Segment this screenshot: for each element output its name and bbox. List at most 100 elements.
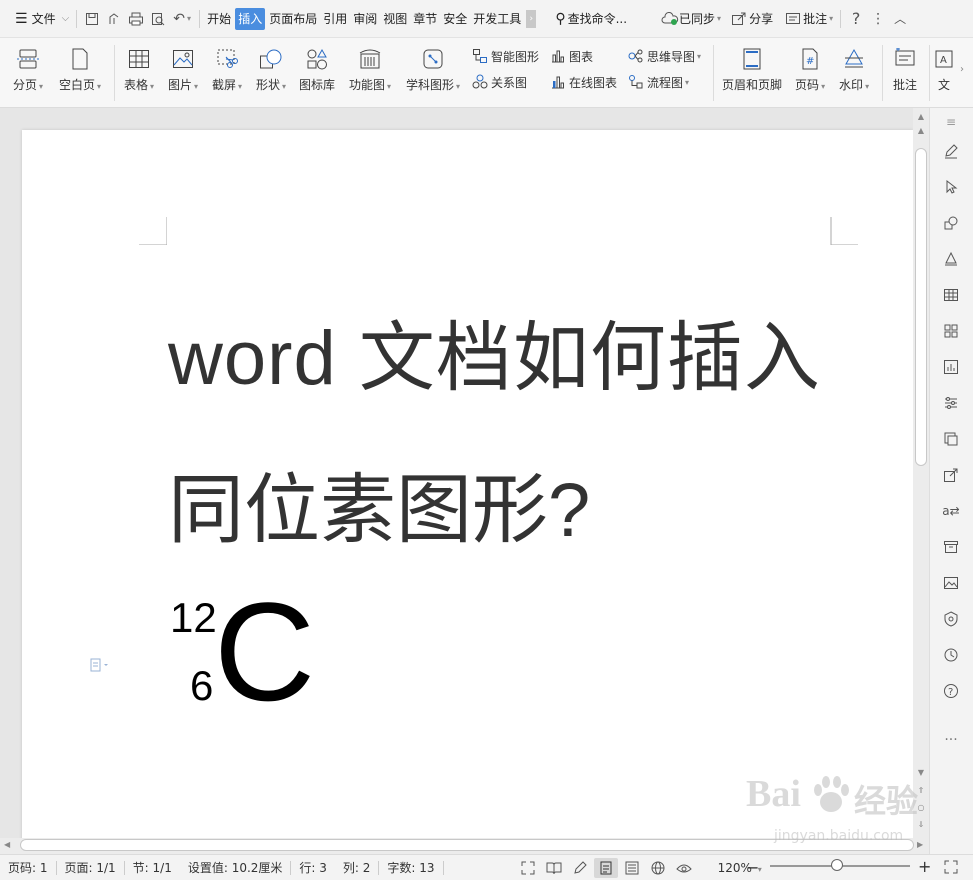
mind-map-label: 思维导图 (647, 49, 696, 64)
page-break-label: 分页 (12, 78, 37, 92)
isotope-element-symbol[interactable]: C (214, 582, 315, 722)
translate-icon[interactable]: a⇄ (941, 501, 961, 521)
mind-map-button[interactable]: 思维导图 ▾ (627, 47, 701, 65)
scroll-up-arrow[interactable]: ▲ (913, 112, 929, 124)
tab-page-layout[interactable]: 页面布局 (267, 8, 319, 30)
adjust-icon[interactable] (941, 393, 961, 413)
watermark-button[interactable]: 水印 ▾ (832, 38, 876, 108)
table-panel-icon[interactable] (941, 285, 961, 305)
read-mode-icon[interactable] (542, 858, 566, 878)
status-setting-value[interactable]: 设置值: 10.2厘米 (180, 859, 291, 876)
style-icon[interactable] (941, 249, 961, 269)
shape-button[interactable]: 形状 ▾ (249, 38, 293, 108)
screenshot-button[interactable]: 截屏 ▾ (205, 38, 249, 108)
file-menu[interactable]: ☰ 文件 ⌵ (12, 8, 72, 30)
share-button[interactable]: 分享 (728, 8, 776, 30)
ribbon-toolbar: 分页 ▾ 空白页 ▾ 表格 ▾ 图片 ▾ 截屏 ▾ 形状 ▾ 图标库 功能图 ▾ 学科图形 ▾ … (0, 38, 973, 108)
shapes-panel-icon[interactable] (941, 213, 961, 233)
function-chart-button[interactable]: 功能图 ▾ (343, 38, 397, 108)
help-icon[interactable]: ? (845, 8, 867, 30)
tab-home[interactable]: 开始 (205, 8, 233, 30)
blank-page-button[interactable]: 空白页 ▾ (54, 38, 106, 108)
chevron-right-icon[interactable]: › (526, 9, 537, 28)
eye-protection-icon[interactable] (672, 858, 696, 878)
tab-security[interactable]: 安全 (441, 8, 469, 30)
status-row[interactable]: 行: 3 (291, 859, 335, 876)
tab-insert[interactable]: 插入 (235, 7, 266, 30)
outline-view-icon[interactable] (620, 858, 644, 878)
undo-icon[interactable]: ↶ ▾ (169, 8, 195, 30)
status-section[interactable]: 节: 1/1 (125, 859, 180, 876)
sync-status[interactable]: 已同步 ▾ (658, 8, 724, 30)
web-view-icon[interactable] (646, 858, 670, 878)
smart-art-button[interactable]: 智能图形 (471, 47, 539, 65)
zoom-out-button[interactable]: − (746, 858, 759, 877)
status-column[interactable]: 列: 2 (335, 859, 379, 876)
zoom-level-dropdown[interactable]: 120% ▾ (710, 861, 770, 875)
search-command-label: 查找命令... (567, 12, 628, 26)
online-chart-button[interactable]: 在线图表 (549, 73, 617, 91)
tab-chapter[interactable]: 章节 (411, 8, 439, 30)
archive-icon[interactable] (941, 537, 961, 557)
tab-developer[interactable]: 开发工具 (471, 8, 523, 30)
more-horizontal-icon[interactable]: ··· (941, 730, 961, 750)
scroll-up-arrow-2[interactable]: ▲ (913, 126, 929, 138)
icon-library-button[interactable]: 图标库 (293, 38, 341, 108)
header-footer-button[interactable]: 页眉和页脚 (718, 38, 786, 108)
ribbon-scroll-right[interactable]: › (960, 64, 964, 75)
document-title-line-1[interactable]: word 文档如何插入 (168, 296, 821, 406)
isotope-atomic-number[interactable]: 6 (190, 662, 213, 710)
tab-review[interactable]: 审阅 (351, 8, 379, 30)
svg-text:#: # (806, 56, 814, 67)
flow-chart-button[interactable]: 流程图 ▾ (627, 73, 701, 91)
pen-icon[interactable] (941, 141, 961, 161)
picture-button[interactable]: 图片 ▾ (161, 38, 205, 108)
grid-apps-icon[interactable] (941, 321, 961, 341)
chevron-down-icon: ▾ (187, 14, 192, 23)
page-number-button[interactable]: # 页码 ▾ (788, 38, 832, 108)
print-icon[interactable] (125, 8, 147, 30)
status-page-number[interactable]: 页码: 1 (0, 859, 56, 876)
share-panel-icon[interactable] (941, 465, 961, 485)
comment-button[interactable]: 批注 (885, 38, 925, 108)
help-circle-icon[interactable]: ? (941, 681, 961, 701)
text-button[interactable]: A 文 (932, 38, 956, 108)
vertical-scroll-thumb[interactable] (915, 148, 927, 466)
collapse-ribbon-icon[interactable]: ︿ (889, 8, 911, 30)
comment-menu-button[interactable]: 批注 ▾ (782, 8, 836, 30)
document-area: word 文档如何插入 同位素图形? 12 6 C (0, 108, 929, 850)
pointer-icon[interactable] (941, 177, 961, 197)
image-panel-icon[interactable] (941, 573, 961, 593)
write-mode-icon[interactable] (568, 858, 592, 878)
print-preview-icon[interactable] (147, 8, 169, 30)
text-label: 文 (938, 78, 951, 92)
status-word-count[interactable]: 字数: 13 (379, 859, 442, 876)
tab-references[interactable]: 引用 (321, 8, 349, 30)
more-vertical-icon[interactable]: ⋮ (867, 8, 889, 30)
divider (882, 45, 884, 101)
icon-library-icon (304, 46, 330, 72)
history-icon[interactable] (941, 645, 961, 665)
scroll-left-arrow[interactable]: ◀ (4, 840, 10, 849)
zoom-in-button[interactable]: + (918, 857, 931, 876)
isotope-mass-number[interactable]: 12 (170, 594, 217, 642)
fullscreen-icon[interactable] (516, 858, 540, 878)
page-break-button[interactable]: 分页 ▾ (6, 38, 50, 108)
search-command[interactable]: ⚲ 查找命令... (552, 8, 630, 30)
document-page[interactable]: word 文档如何插入 同位素图形? 12 6 C (22, 130, 913, 850)
export-icon[interactable] (103, 8, 125, 30)
relation-chart-button[interactable]: 关系图 (471, 73, 539, 91)
picture-panel-icon[interactable] (941, 429, 961, 449)
subject-chart-button[interactable]: 学科图形 ▾ (401, 38, 465, 108)
chart-panel-icon[interactable] (941, 357, 961, 377)
paragraph-options-icon[interactable] (90, 658, 110, 675)
chart-button[interactable]: 图表 (549, 47, 617, 65)
table-button[interactable]: 表格 ▾ (117, 38, 161, 108)
shield-icon[interactable] (941, 609, 961, 629)
status-pages[interactable]: 页面: 1/1 (57, 859, 124, 876)
tab-view[interactable]: 视图 (381, 8, 409, 30)
document-title-line-2[interactable]: 同位素图形? (168, 448, 590, 558)
save-icon[interactable] (81, 8, 103, 30)
fit-window-icon[interactable] (944, 860, 958, 877)
page-view-icon[interactable] (593, 857, 618, 878)
